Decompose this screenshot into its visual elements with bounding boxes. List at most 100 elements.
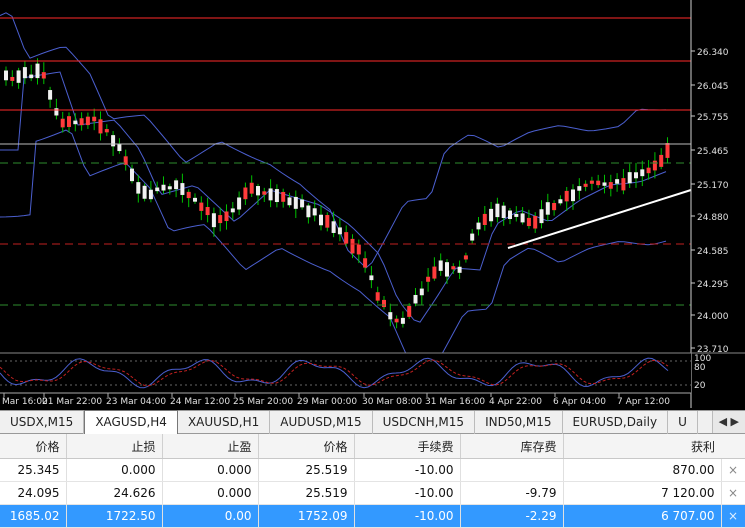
candle-body: [558, 199, 563, 204]
candle-body: [224, 211, 229, 222]
price-tick-label: 25.465: [697, 147, 729, 157]
cell-commission: -10.00: [354, 481, 461, 505]
col-commission[interactable]: 手续费: [354, 434, 461, 459]
cell-stop-loss[interactable]: 1722.50: [66, 504, 163, 528]
table-row[interactable]: 25.345 0.000 0.000 25.519 -10.00 870.00 …: [0, 458, 745, 482]
candle-body: [438, 260, 443, 271]
col-profit[interactable]: 获利: [563, 434, 721, 459]
candle-body: [520, 213, 525, 223]
candle-body: [123, 156, 128, 165]
cell-stop-loss[interactable]: 24.626: [66, 481, 163, 505]
candle-body: [508, 210, 512, 219]
cell-take-profit[interactable]: 0.000: [162, 458, 259, 482]
candle-body: [237, 197, 242, 210]
col-open-price[interactable]: 价格: [0, 434, 67, 459]
price-tick-label: 25.170: [697, 181, 729, 191]
tab-usdx-m15[interactable]: USDX,M15: [0, 411, 85, 435]
candle-body: [652, 160, 657, 171]
candle-body: [218, 215, 223, 224]
table-row[interactable]: 24.095 24.626 0.000 25.519 -10.00 -9.79 …: [0, 481, 745, 505]
cell-open-price: 25.345: [0, 458, 67, 482]
candle-body: [400, 317, 405, 324]
chart-canvas[interactable]: 26.62026.24025.80825.519 26.34026.04525.…: [0, 0, 745, 410]
candle-body: [161, 184, 166, 191]
price-tick-label: 24.585: [697, 247, 729, 257]
candle-body: [369, 275, 374, 281]
candle-body: [363, 258, 368, 268]
time-tick-label: 21 Mar 22:00: [42, 397, 102, 407]
candle-body: [155, 187, 160, 192]
candle-body: [445, 262, 449, 277]
cell-open-price: 1685.02: [0, 504, 67, 528]
candle-body: [413, 294, 418, 304]
cell-take-profit[interactable]: 0.000: [162, 481, 259, 505]
candle-body: [615, 179, 620, 184]
candle-body: [495, 203, 500, 218]
tab-audusd-m15[interactable]: AUDUSD,M15: [270, 411, 373, 435]
candle-body: [262, 191, 267, 195]
candle-body: [104, 129, 109, 133]
candle-body: [337, 227, 342, 235]
cell-commission: -10.00: [354, 458, 461, 482]
price-chart[interactable]: 26.62026.24025.80825.519 26.34026.04525.…: [0, 0, 745, 410]
cell-stop-loss[interactable]: 0.000: [66, 458, 163, 482]
candle-body: [281, 191, 286, 202]
cell-current-price: 25.519: [258, 481, 355, 505]
candle-body: [476, 222, 481, 230]
col-current-price[interactable]: 价格: [258, 434, 355, 459]
candle-body: [331, 221, 336, 233]
cell-current-price: 1752.09: [258, 504, 355, 528]
candle-body: [98, 119, 103, 134]
candle-body: [665, 143, 670, 158]
close-order-icon[interactable]: ×: [721, 481, 745, 505]
time-tick-label: 23 Mar 04:00: [106, 397, 166, 407]
candle-body: [319, 214, 323, 226]
candle-body: [4, 70, 8, 81]
candle-body: [92, 116, 97, 122]
candle-body: [596, 180, 601, 186]
candle-body: [29, 74, 34, 79]
tab-ind50-m15[interactable]: IND50,M15: [475, 411, 563, 435]
close-order-icon[interactable]: ×: [721, 504, 745, 528]
candle-body: [249, 182, 254, 194]
candle-body: [111, 135, 116, 147]
oscillator-tick-label: 80: [694, 363, 706, 373]
col-stop-loss[interactable]: 止损: [66, 434, 163, 459]
candle-body: [382, 299, 386, 308]
candle-body: [394, 318, 399, 323]
price-tick-label: 24.880: [697, 213, 729, 223]
candle-body: [659, 154, 664, 167]
candle-body: [545, 202, 550, 215]
candle-body: [167, 186, 172, 190]
candle-body: [350, 238, 355, 254]
tab-xauusd-h1[interactable]: XAUUSD,H1: [178, 411, 271, 435]
tab-scroll-arrows[interactable]: ◀ ▶: [711, 411, 745, 433]
tab-usdcnh-m15[interactable]: USDCNH,M15: [373, 411, 476, 435]
col-take-profit[interactable]: 止盈: [162, 434, 259, 459]
candle-body: [470, 233, 475, 241]
candle-body: [583, 183, 588, 187]
candle-body: [10, 76, 15, 81]
tab-eurusd-daily[interactable]: EURUSD,Daily: [563, 411, 669, 435]
candle-body: [571, 189, 575, 202]
candle-body: [602, 182, 607, 186]
candle-body: [48, 90, 53, 100]
time-tick-label: 4 Apr 22:00: [489, 397, 542, 407]
candle-body: [256, 186, 260, 196]
candle-body: [608, 182, 613, 189]
candle-body: [142, 185, 147, 199]
cell-profit: 870.00: [563, 458, 722, 482]
candle-body: [407, 305, 412, 317]
tab-overflow[interactable]: U: [668, 411, 698, 435]
candle-body: [432, 266, 437, 279]
close-order-icon[interactable]: ×: [721, 458, 745, 482]
candle-body: [293, 196, 298, 209]
orders-table: 价格 止损 止盈 价格 手续费 库存费 获利 25.345 0.000 0.00…: [0, 434, 745, 528]
candle-body: [73, 120, 78, 125]
candle-body: [388, 312, 393, 320]
candle-body: [589, 180, 594, 184]
table-row-selected[interactable]: 1685.02 1722.50 0.00 1752.09 -10.00 -2.2…: [0, 504, 745, 528]
cell-take-profit[interactable]: 0.00: [162, 504, 259, 528]
candle-body: [621, 178, 626, 191]
col-swap[interactable]: 库存费: [460, 434, 564, 459]
